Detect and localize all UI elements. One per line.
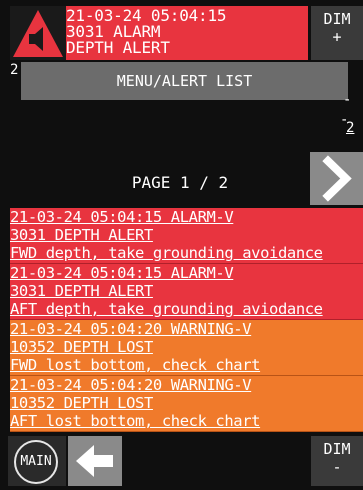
- page-indicator: PAGE 1 / 2: [131, 173, 229, 192]
- back-button[interactable]: [68, 436, 122, 486]
- background-value-left: 2: [10, 62, 19, 78]
- dim-increase-sign: +: [332, 28, 342, 46]
- background-value-right: 2: [346, 120, 355, 136]
- alert-list-item[interactable]: 21-03-24 05:04:15 ALARM-V 3031 DEPTH ALE…: [10, 264, 363, 320]
- alert-timestamp: 21-03-24 05:04:20 WARNING-V: [10, 376, 252, 394]
- alert-code: 10352 DEPTH LOST: [10, 394, 153, 412]
- arrow-left-icon: [76, 445, 113, 477]
- dim-increase-button[interactable]: DIM +: [311, 6, 363, 60]
- alert-description: AFT lost bottom, check chart: [10, 412, 261, 430]
- alert-timestamp: 21-03-24 05:04:15 ALARM-V: [10, 264, 234, 282]
- main-button-label: MAIN: [14, 440, 58, 484]
- alarm-icon: [10, 6, 66, 60]
- alert-list: 21-03-24 05:04:15 ALARM-V 3031 DEPTH ALE…: [10, 208, 363, 432]
- alarm-banner-message: DEPTH ALERT: [66, 38, 170, 57]
- alert-code: 3031 DEPTH ALERT: [10, 282, 153, 300]
- alert-list-item[interactable]: 21-03-24 05:04:15 ALARM-V 3031 DEPTH ALE…: [10, 208, 363, 264]
- dim-decrease-label: DIM: [323, 440, 351, 458]
- main-button[interactable]: MAIN: [8, 436, 66, 486]
- alert-description: FWD lost bottom, check chart: [10, 356, 261, 374]
- chevron-right-icon: [322, 155, 352, 202]
- dim-decrease-sign: -: [332, 458, 342, 476]
- background-dash-1: -: [343, 92, 352, 108]
- alert-description: AFT depth, take grounding aviodance: [10, 300, 323, 318]
- alert-code: 10352 DEPTH LOST: [10, 338, 153, 356]
- alert-timestamp: 21-03-24 05:04:15 ALARM-V: [10, 208, 234, 226]
- dim-decrease-button[interactable]: DIM -: [311, 436, 363, 486]
- menu-alert-list-bar[interactable]: MENU/ALERT LIST: [21, 62, 348, 100]
- alert-code: 3031 DEPTH ALERT: [10, 226, 153, 244]
- dim-increase-label: DIM: [323, 10, 351, 28]
- next-page-button[interactable]: [310, 152, 363, 205]
- alert-list-item[interactable]: 21-03-24 05:04:20 WARNING-V 10352 DEPTH …: [10, 320, 363, 376]
- alert-list-item[interactable]: 21-03-24 05:04:20 WARNING-V 10352 DEPTH …: [10, 376, 363, 432]
- active-alarm-banner[interactable]: 21-03-24 05:04:15 3031 ALARM DEPTH ALERT: [10, 6, 308, 60]
- alert-description: FWD depth, take grounding avoidance: [10, 244, 323, 262]
- alarm-banner-text: 21-03-24 05:04:15 3031 ALARM DEPTH ALERT: [66, 8, 306, 56]
- alert-timestamp: 21-03-24 05:04:20 WARNING-V: [10, 320, 252, 338]
